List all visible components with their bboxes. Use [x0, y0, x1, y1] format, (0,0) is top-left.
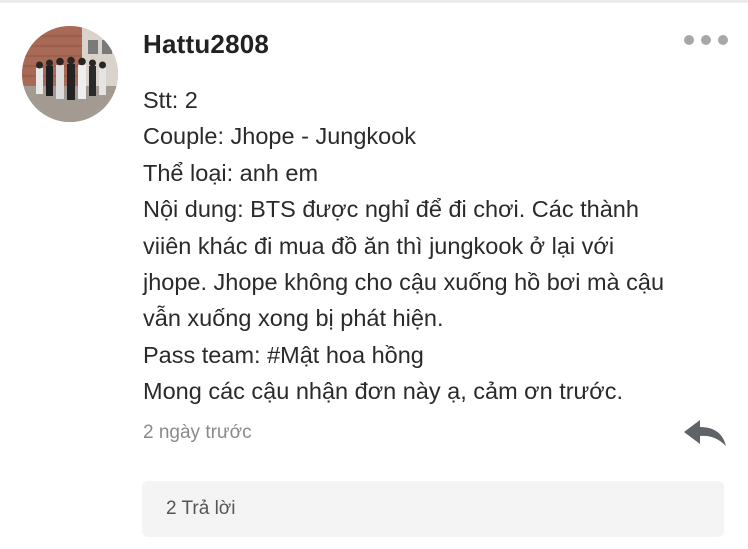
comment-line: Pass team: #Mật hoa hồng	[143, 341, 424, 368]
user-avatar[interactable]	[22, 26, 118, 122]
comment-line: Thể loại: anh em	[143, 159, 319, 186]
comment-line: viiên khác đi mua đồ ăn thì jungkook ở l…	[143, 232, 615, 259]
comment-timestamp: 2 ngày trước	[143, 422, 252, 443]
comment-line: vẫn xuống xong bị phát hiện.	[143, 305, 444, 332]
top-divider	[0, 0, 748, 3]
reply-button[interactable]	[682, 418, 728, 448]
reply-arrow-icon	[684, 420, 726, 446]
more-options-icon[interactable]	[684, 30, 728, 50]
more-dot	[684, 35, 694, 45]
replies-count-label: 2 Trả lời	[166, 498, 236, 519]
comment-line: jhope. Jhope không cho cậu xuống hồ bơi …	[143, 269, 665, 296]
comment-line: Nội dung: BTS được nghỉ để đi chơi. Các …	[143, 196, 639, 223]
more-dot	[718, 35, 728, 45]
comment-body: Stt: 2 Couple: Jhope - Jungkook Thể loại…	[143, 82, 733, 410]
comment-line: Stt: 2	[143, 87, 198, 113]
avatar-photo	[22, 26, 118, 122]
more-dot	[701, 35, 711, 45]
view-replies-button[interactable]: 2 Trả lời	[142, 481, 724, 537]
comment-line: Mong các cậu nhận đơn này ạ, cảm ơn trướ…	[143, 378, 623, 405]
comment-username[interactable]: Hattu2808	[143, 29, 269, 60]
comment-line: Couple: Jhope - Jungkook	[143, 123, 417, 150]
